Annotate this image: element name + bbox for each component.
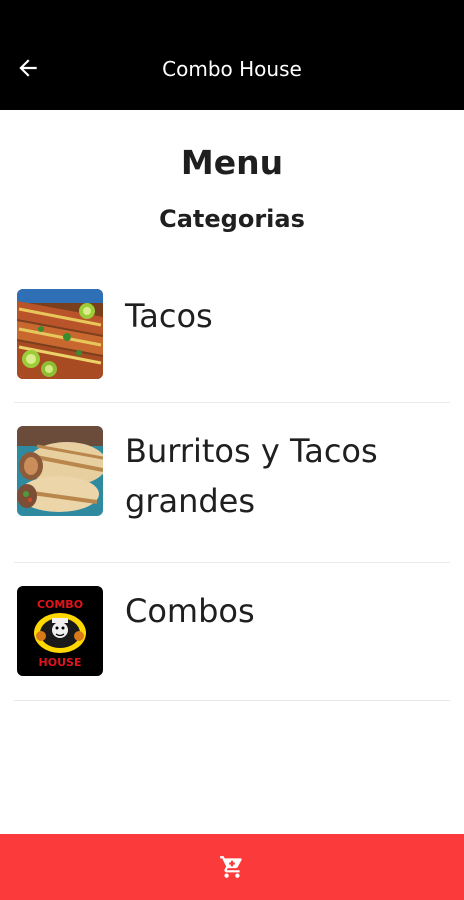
category-label: Burritos y Tacos grandes [125,432,378,520]
cart-icon [220,856,242,878]
category-item-tacos[interactable]: Tacos [14,265,450,403]
category-list: Tacos Burritos y Tacos grandes COMBO HOU… [14,265,450,701]
category-item-combos[interactable]: COMBO HOUSE Combos [14,563,450,701]
burrito-photo [17,426,103,516]
app-bar-title: Combo House [162,57,302,81]
svg-text:HOUSE: HOUSE [39,656,82,669]
svg-text:COMBO: COMBO [37,598,83,611]
category-label: Combos [125,592,255,630]
cart-button[interactable] [0,834,464,900]
section-title: Categorias [159,205,305,233]
tacos-photo [17,289,103,379]
page-title: Menu [180,143,284,182]
app-screen: Combo House Menu Categorias Tacos Burrit… [0,0,464,900]
category-item-burritos[interactable]: Burritos y Tacos grandes [14,403,450,563]
app-bar: Combo House [0,0,464,110]
category-label: Tacos [125,297,213,335]
combo-house-logo: COMBO HOUSE [17,586,103,676]
